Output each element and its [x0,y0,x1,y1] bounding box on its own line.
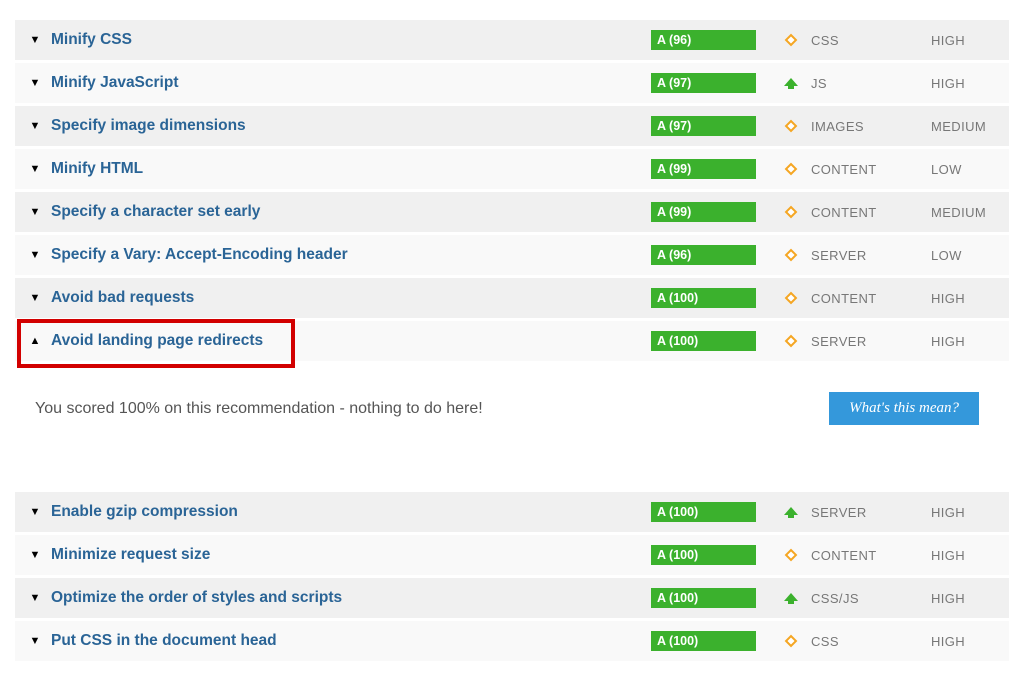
toggle-icon[interactable]: ▼ [30,206,41,218]
grade-badge: A (97) [651,73,756,93]
toggle-icon[interactable]: ▼ [30,249,41,261]
type-label: CONTENT [811,162,931,177]
grade-badge: A (99) [651,202,756,222]
priority-label: LOW [931,162,1001,177]
type-label: JS [811,76,931,91]
toggle-icon[interactable]: ▲ [30,335,41,347]
priority-label: HIGH [931,634,1001,649]
toggle-icon[interactable]: ▼ [30,292,41,304]
recommendation-row[interactable]: ▼ Put CSS in the document head A (100) CSSH… [15,621,1009,664]
type-label: CONTENT [811,205,931,220]
recommendation-name[interactable]: Avoid landing page redirects [51,332,263,349]
recommendation-name[interactable]: Enable gzip compression [51,503,238,520]
type-label: CSS/JS [811,591,931,606]
grade-badge: A (100) [651,588,756,608]
grade-badge: A (100) [651,331,756,351]
recommendation-name[interactable]: Specify image dimensions [51,117,246,134]
type-label: CSS [811,634,931,649]
trend-diamond-icon [771,204,811,220]
priority-label: HIGH [931,33,1001,48]
grade-badge: A (100) [651,545,756,565]
priority-label: HIGH [931,334,1001,349]
grade-badge: A (99) [651,159,756,179]
recommendation-row[interactable]: ▼ Minify HTML A (99) CONTENTLOW [15,149,1009,192]
recommendation-name[interactable]: Avoid bad requests [51,289,194,306]
recommendation-row[interactable]: ▲ Avoid landing page redirects A (100) SERV… [15,321,1009,364]
trend-up-icon [771,505,811,519]
trend-up-icon [771,591,811,605]
recommendation-name[interactable]: Optimize the order of styles and scripts [51,589,342,606]
toggle-icon[interactable]: ▼ [30,506,41,518]
recommendation-name[interactable]: Put CSS in the document head [51,632,277,649]
priority-label: HIGH [931,505,1001,520]
trend-diamond-icon [771,247,811,263]
grade-badge: A (96) [651,245,756,265]
toggle-icon[interactable]: ▼ [30,549,41,561]
priority-label: HIGH [931,591,1001,606]
priority-label: MEDIUM [931,119,1001,134]
recommendation-name[interactable]: Minify JavaScript [51,74,179,91]
priority-label: HIGH [931,548,1001,563]
type-label: CSS [811,33,931,48]
toggle-icon[interactable]: ▼ [30,34,41,46]
recommendation-name[interactable]: Specify a character set early [51,203,260,220]
recommendation-row[interactable]: ▼ Specify a Vary: Accept-Encoding header A… [15,235,1009,278]
trend-diamond-icon [771,32,811,48]
type-label: SERVER [811,334,931,349]
recommendation-row[interactable]: ▼ Specify image dimensions A (97) IMAGESMED… [15,106,1009,149]
trend-diamond-icon [771,633,811,649]
recommendation-name[interactable]: Minify CSS [51,31,132,48]
toggle-icon[interactable]: ▼ [30,163,41,175]
priority-label: MEDIUM [931,205,1001,220]
grade-badge: A (97) [651,116,756,136]
grade-badge: A (100) [651,502,756,522]
expanded-recommendation-panel: You scored 100% on this recommendation -… [15,364,1009,468]
type-label: SERVER [811,248,931,263]
recommendation-row[interactable]: ▼ Minify CSS A (96) CSSHIGH [15,20,1009,63]
toggle-icon[interactable]: ▼ [30,77,41,89]
priority-label: HIGH [931,291,1001,306]
recommendation-name[interactable]: Minify HTML [51,160,143,177]
recommendation-row[interactable]: ▼ Enable gzip compression A (100) SERVERHIG… [15,492,1009,535]
score-message: You scored 100% on this recommendation -… [35,400,483,418]
type-label: CONTENT [811,291,931,306]
type-label: SERVER [811,505,931,520]
toggle-icon[interactable]: ▼ [30,592,41,604]
type-label: CONTENT [811,548,931,563]
recommendation-name[interactable]: Specify a Vary: Accept-Encoding header [51,246,348,263]
recommendation-row[interactable]: ▼ Minimize request size A (100) CONTENTHIGH [15,535,1009,578]
grade-badge: A (96) [651,30,756,50]
type-label: IMAGES [811,119,931,134]
toggle-icon[interactable]: ▼ [30,120,41,132]
recommendation-name[interactable]: Minimize request size [51,546,210,563]
trend-diamond-icon [771,333,811,349]
recommendation-row[interactable]: ▼ Specify a character set early A (99) CONT… [15,192,1009,235]
trend-diamond-icon [771,161,811,177]
recommendation-row[interactable]: ▼ Minify JavaScript A (97) JSHIGH [15,63,1009,106]
recommendation-row[interactable]: ▼ Avoid bad requests A (100) CONTENTHIGH [15,278,1009,321]
priority-label: LOW [931,248,1001,263]
grade-badge: A (100) [651,631,756,651]
trend-diamond-icon [771,118,811,134]
recommendation-row[interactable]: ▼ Optimize the order of styles and script… [15,578,1009,621]
trend-up-icon [771,76,811,90]
priority-label: HIGH [931,76,1001,91]
trend-diamond-icon [771,547,811,563]
trend-diamond-icon [771,290,811,306]
whats-this-mean-button[interactable]: What's this mean? [829,392,979,425]
grade-badge: A (100) [651,288,756,308]
toggle-icon[interactable]: ▼ [30,635,41,647]
